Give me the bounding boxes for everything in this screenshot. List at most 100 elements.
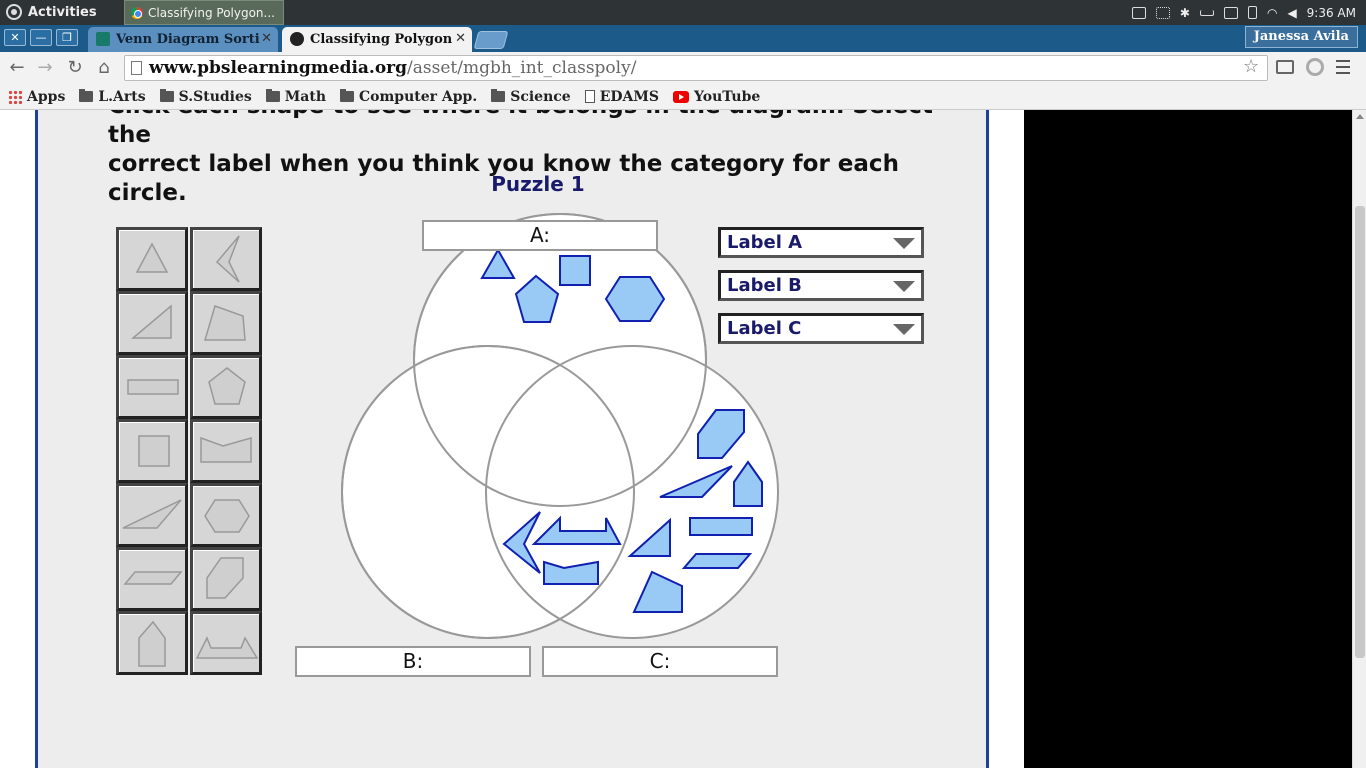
tray-tile-right-triangle[interactable] xyxy=(116,291,188,355)
tray-tile-scalene-triangle[interactable] xyxy=(116,483,188,547)
placed-parallelogram[interactable] xyxy=(681,553,753,569)
page-icon xyxy=(584,90,595,103)
youtube-icon xyxy=(672,90,689,103)
bookmark-label: EDAMS xyxy=(599,88,659,105)
window-controls: ✕ — ❐ xyxy=(4,29,78,46)
tab-classifying-polygons[interactable]: Classifying Polygon ✕ xyxy=(282,27,472,52)
bookmark-label: Science xyxy=(510,88,571,105)
tray-tile-triangle[interactable] xyxy=(116,227,188,291)
browser-tab-strip: ✕ — ❐ Venn Diagram Sorti ✕ Classifying P… xyxy=(0,25,1366,52)
extension-icon[interactable] xyxy=(1306,58,1324,76)
home-icon[interactable]: ⌂ xyxy=(93,57,115,79)
circle-c-label-text: C: xyxy=(649,649,671,673)
keyboard-icon[interactable] xyxy=(1199,9,1214,16)
bookmark-math[interactable]: Math xyxy=(265,88,326,105)
activities-button[interactable]: Activities xyxy=(6,4,97,20)
apps-icon xyxy=(8,89,22,104)
venn-diagram xyxy=(341,213,779,639)
tray-tile-pentagon[interactable] xyxy=(190,355,262,419)
activities-label: Activities xyxy=(28,4,97,20)
minimize-window-button[interactable]: — xyxy=(30,29,52,46)
folder-icon xyxy=(79,89,94,102)
tray-tile-arrowhead[interactable] xyxy=(190,227,262,291)
restore-window-button[interactable]: ❐ xyxy=(56,29,78,46)
bookmark-larts[interactable]: L.Arts xyxy=(79,89,146,105)
bookmark-star-icon[interactable]: ☆ xyxy=(1243,56,1259,77)
bluetooth-icon[interactable]: ✱ xyxy=(1180,6,1190,20)
chevron-down-icon xyxy=(893,238,915,249)
circle-a-label: A: xyxy=(422,220,658,251)
new-tab-button[interactable] xyxy=(473,31,509,49)
chrome-icon xyxy=(131,6,143,19)
scroll-thumb[interactable] xyxy=(1355,206,1365,658)
circle-b-label: B: xyxy=(295,646,531,677)
circle-c-label: C: xyxy=(542,646,778,677)
bookmark-computer-app[interactable]: Computer App. xyxy=(340,89,477,105)
close-tab-icon[interactable]: ✕ xyxy=(261,31,272,46)
bookmark-label: Math xyxy=(284,88,326,105)
apps-grid-icon[interactable] xyxy=(1155,6,1170,19)
placed-square[interactable] xyxy=(559,255,591,286)
label-b-dropdown-text: Label B xyxy=(727,275,802,296)
volume-icon[interactable]: ◀ xyxy=(1287,6,1296,20)
cast-icon[interactable] xyxy=(1276,60,1294,74)
shape-tray-left xyxy=(116,227,188,675)
scroll-up-icon[interactable] xyxy=(1356,114,1364,119)
taskbar-window-button[interactable]: Classifying Polygon... xyxy=(124,0,284,25)
screens-icon[interactable] xyxy=(1223,6,1238,19)
url-host: www.pbslearningmedia.org xyxy=(149,58,408,78)
tab-venn-diagram[interactable]: Venn Diagram Sorti ✕ xyxy=(88,27,278,52)
tray-tile-square[interactable] xyxy=(116,419,188,483)
placed-rectangle[interactable] xyxy=(689,517,753,536)
chrome-menu-icon[interactable] xyxy=(1336,60,1350,74)
tray-tile-notched-octagon[interactable] xyxy=(190,611,262,675)
tray-tile-parallelogram[interactable] xyxy=(116,547,188,611)
bookmark-label: S.Studies xyxy=(178,88,252,105)
tray-tile-irregular-hexagon[interactable] xyxy=(190,547,262,611)
battery-icon[interactable] xyxy=(1247,6,1257,19)
tray-tile-quadrilateral[interactable] xyxy=(190,291,262,355)
system-top-bar: Activities Classifying Polygon... ✱ ◠ ◀ … xyxy=(0,0,1366,25)
folder-icon xyxy=(159,89,174,102)
instructions-line-1: Click each shape to see where it belongs… xyxy=(108,110,933,148)
back-icon[interactable]: ← xyxy=(6,57,28,79)
page-viewport: Click each shape to see where it belongs… xyxy=(0,110,1352,768)
wifi-icon[interactable]: ◠ xyxy=(1267,6,1277,20)
close-window-button[interactable]: ✕ xyxy=(4,29,26,46)
profile-button[interactable]: Janessa Avila xyxy=(1244,26,1358,48)
tray-tile-concave-pentagon[interactable] xyxy=(190,419,262,483)
classroom-icon xyxy=(96,32,110,46)
address-bar[interactable]: www.pbslearningmedia.org/asset/mgbh_int_… xyxy=(124,55,1268,81)
tray-tile-rectangle[interactable] xyxy=(116,355,188,419)
close-tab-icon[interactable]: ✕ xyxy=(455,31,466,46)
bookmark-sstudies[interactable]: S.Studies xyxy=(159,88,252,105)
label-b-dropdown[interactable]: Label B xyxy=(718,270,924,301)
placed-hexagon[interactable] xyxy=(604,276,666,322)
display-icon[interactable] xyxy=(1131,6,1146,19)
url-path: /asset/mgbh_int_classpoly/ xyxy=(407,58,637,78)
clock[interactable]: 9:36 AM xyxy=(1307,6,1356,20)
page-info-icon[interactable] xyxy=(131,61,142,75)
chevron-down-icon xyxy=(893,281,915,292)
tray-tile-house-pentagon[interactable] xyxy=(116,611,188,675)
tray-tile-hexagon[interactable] xyxy=(190,483,262,547)
label-a-dropdown[interactable]: Label A xyxy=(718,227,924,258)
reload-icon[interactable]: ↻ xyxy=(64,57,86,79)
tab-label: Venn Diagram Sorti xyxy=(116,32,260,47)
bookmark-science[interactable]: Science xyxy=(491,88,571,105)
bookmark-apps[interactable]: Apps xyxy=(8,89,65,105)
bookmark-edams[interactable]: EDAMS xyxy=(584,88,659,105)
browser-toolbar: ← → ↻ ⌂ www.pbslearningmedia.org/asset/m… xyxy=(0,52,1366,84)
label-c-dropdown-text: Label C xyxy=(727,318,802,339)
folder-icon xyxy=(491,89,506,102)
pbs-icon xyxy=(290,32,304,46)
bookmarks-bar: Apps L.Arts S.Studies Math Computer App.… xyxy=(0,84,1366,110)
system-tray: ✱ ◠ ◀ 9:36 AM xyxy=(1131,0,1356,25)
page-scrollbar[interactable] xyxy=(1352,110,1366,768)
forward-icon[interactable]: → xyxy=(34,57,56,79)
bookmark-youtube[interactable]: YouTube xyxy=(672,89,760,105)
label-c-dropdown[interactable]: Label C xyxy=(718,313,924,344)
activities-icon xyxy=(6,4,22,20)
activity-frame: Click each shape to see where it belongs… xyxy=(35,110,989,768)
chevron-down-icon xyxy=(893,324,915,335)
